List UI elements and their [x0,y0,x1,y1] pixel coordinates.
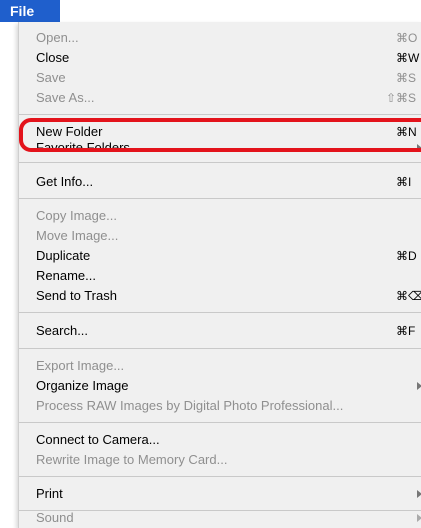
menu-item-label: Copy Image... [36,208,117,223]
menu-item-shortcut: ⌘S [396,71,417,85]
menu-item-label: Rewrite Image to Memory Card... [36,452,228,467]
submenu-arrow-icon [417,382,421,390]
menu-item-label: Search... [36,323,89,338]
menu-item-label: Save [36,70,66,85]
submenu-arrow-icon [417,514,421,522]
menu-item-shortcut: ⌘⌫ [396,289,421,303]
menu-item-connect-camera[interactable]: Connect to Camera... [19,430,421,450]
menu-item-move-image: Move Image... [19,226,421,246]
menu-item-label: Connect to Camera... [36,432,160,447]
menu-item-save-as: Save As... ⇧⌘S [19,88,421,108]
menu-item-shortcut: ⌘W [396,51,420,65]
menu-item-shortcut: ⌘D [396,249,417,263]
menu-item-save: Save ⌘S [19,68,421,88]
menu-item-get-info[interactable]: Get Info... ⌘I [19,172,421,192]
menu-item-label: Get Info... [36,174,94,189]
menu-item-label: Organize Image [36,378,129,393]
menu-item-label: Favorite Folders [36,140,130,155]
menu-item-export-image: Export Image... [19,356,421,376]
menu-item-close[interactable]: Close ⌘W [19,48,421,68]
menu-item-label: Open... [36,30,79,45]
submenu-arrow-icon [417,490,421,498]
submenu-arrow-icon [417,144,421,152]
menu-item-label: Move Image... [36,228,119,243]
menu-item-duplicate[interactable]: Duplicate ⌘D [19,246,421,266]
menu-item-send-to-trash[interactable]: Send to Trash ⌘⌫ [19,286,421,306]
file-menu: Open... ⌘O Close ⌘W Save ⌘S Save As... ⇧… [18,22,421,528]
menu-item-label: Print [36,486,63,501]
menu-item-copy-image: Copy Image... [19,206,421,226]
menu-item-label: Send to Trash [36,288,117,303]
menu-item-rename[interactable]: Rename... [19,266,421,286]
menu-item-label: Export Image... [36,358,125,373]
menu-separator [19,312,421,313]
menu-item-shortcut: ⌘F [396,324,416,338]
menu-item-label: Duplicate [36,248,91,263]
menu-item-label: Rename... [36,268,96,283]
menu-item-favorite-folders[interactable]: Favorite Folders [19,138,421,158]
menu-title-file[interactable]: File [0,0,60,22]
menu-item-search[interactable]: Search... ⌘F [19,321,421,341]
menu-separator [19,476,421,477]
menu-item-label: Process RAW Images by Digital Photo Prof… [36,398,344,413]
menu-item-process-raw: Process RAW Images by Digital Photo Prof… [19,396,421,416]
menu-item-open: Open... ⌘O [19,28,421,48]
menu-separator [19,348,421,349]
menu-item-label: Close [36,50,70,65]
menu-item-label: Sound [36,510,74,525]
menu-separator [19,422,421,423]
menu-item-rewrite-image: Rewrite Image to Memory Card... [19,450,421,470]
menu-item-shortcut: ⌘I [396,175,412,189]
menu-item-shortcut: ⇧⌘S [386,91,417,105]
menu-item-print[interactable]: Print [19,484,421,504]
menu-separator [19,114,421,115]
menu-separator [19,198,421,199]
menu-item-shortcut: ⌘O [396,31,418,45]
menu-separator [19,162,421,163]
menu-item-sound: Sound [19,508,421,528]
menu-item-organize-image[interactable]: Organize Image [19,376,421,396]
menu-item-label: Save As... [36,90,95,105]
